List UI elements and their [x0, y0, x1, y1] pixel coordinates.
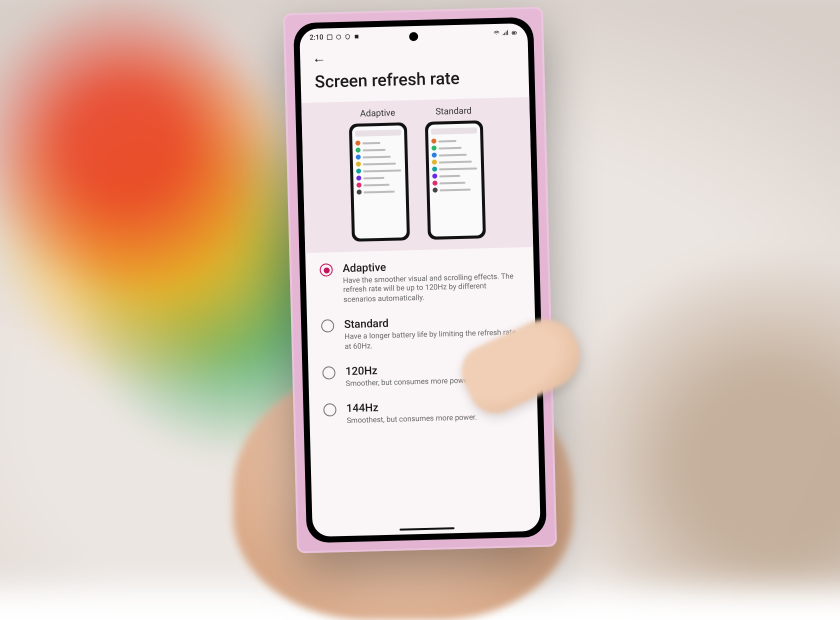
- back-button[interactable]: ←: [310, 48, 328, 66]
- notif-icon: [326, 34, 332, 40]
- phone-bezel: 2:10 ← Screen refresh rate Adapt: [293, 17, 547, 543]
- radio-icon: [322, 366, 335, 379]
- preview-label: Standard: [424, 106, 482, 118]
- signal-icon: [502, 30, 508, 36]
- radio-icon: [320, 263, 333, 276]
- preview-phone: [425, 120, 486, 239]
- nav-pill: [399, 527, 454, 531]
- preview-standard: Standard: [424, 106, 485, 239]
- wifi-icon: [493, 30, 499, 36]
- radio-icon: [321, 319, 334, 332]
- shield-icon: [344, 34, 350, 40]
- preview-phone: [349, 122, 410, 241]
- phone-screen: 2:10 ← Screen refresh rate Adapt: [299, 23, 540, 537]
- option-desc: Have the smoother visual and scrolling e…: [343, 271, 521, 304]
- page-title: Screen refresh rate: [301, 67, 529, 93]
- preview-label: Adaptive: [349, 108, 407, 120]
- status-time: 2:10: [310, 33, 324, 41]
- phone-body: 2:10 ← Screen refresh rate Adapt: [283, 7, 557, 554]
- preview-section: Adaptive Standard: [301, 97, 533, 253]
- radio-icon: [323, 403, 336, 416]
- notif-icon: [353, 34, 359, 40]
- preview-adaptive: Adaptive: [349, 108, 410, 241]
- notif-icon: [335, 34, 341, 40]
- option-adaptive[interactable]: AdaptiveHave the smoother visual and scr…: [320, 257, 521, 304]
- top-bar: ←: [300, 38, 529, 67]
- battery-icon: [511, 29, 517, 35]
- gesture-nav-bar[interactable]: [312, 521, 540, 537]
